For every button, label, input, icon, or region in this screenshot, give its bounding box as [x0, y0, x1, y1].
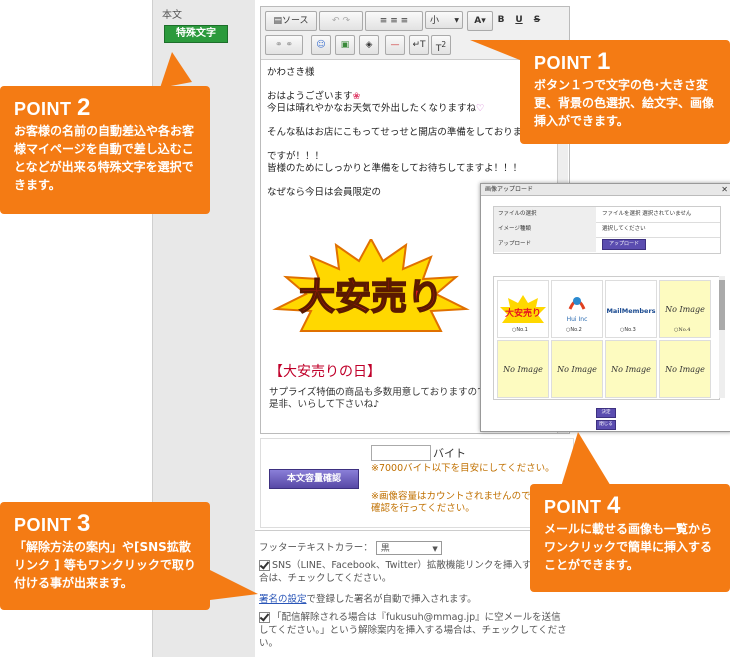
- callout-heading: POINT 3: [14, 510, 91, 537]
- callout-heading: POINT 2: [14, 94, 91, 121]
- callout-heading: POINT 4: [544, 492, 621, 519]
- callout-body: 「解除方法の案内」や[SNS拡散リンク ] 等もワンクリックで取り付ける事が出来…: [14, 540, 196, 590]
- callout-point3: POINT 3 「解除方法の案内」や[SNS拡散リンク ] 等もワンクリックで取…: [0, 502, 210, 610]
- callout-body: ボタン１つで文字の色･大きさ変更、背景の色選択、絵文字、画像挿入ができます。: [534, 78, 715, 128]
- arrow-p4: [560, 432, 612, 490]
- callout-body: お客様の名前の自動差込や各お客様マイページを自動で差し込むことなどが出来る特殊文…: [14, 124, 195, 192]
- callout-heading: POINT 1: [534, 48, 611, 75]
- arrow-p2: [160, 52, 192, 88]
- callout-point4: POINT 4 メールに載せる画像も一覧からワンクリックで簡単に挿入することがで…: [530, 484, 730, 592]
- callout-point1: POINT 1 ボタン１つで文字の色･大きさ変更、背景の色選択、絵文字、画像挿入…: [520, 40, 730, 144]
- callout-body: メールに載せる画像も一覧からワンクリックで簡単に挿入することができます。: [544, 522, 713, 572]
- arrow-p3: [210, 570, 258, 600]
- callout-point2: POINT 2 お客様の名前の自動差込や各お客様マイページを自動で差し込むことな…: [0, 86, 210, 214]
